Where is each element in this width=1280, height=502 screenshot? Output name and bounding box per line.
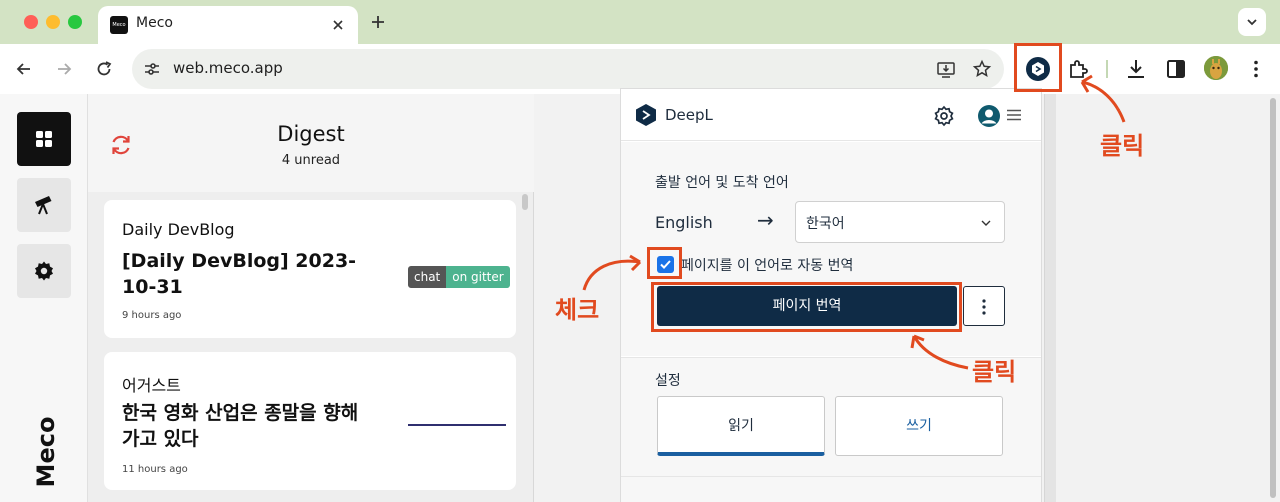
back-arrow-icon[interactable] [14, 59, 34, 79]
list-scrollbar[interactable] [522, 194, 528, 210]
extension-highlight-box [1014, 43, 1062, 92]
write-mode-button[interactable]: 쓰기 [835, 396, 1003, 456]
tab-title: Meco [136, 15, 173, 31]
side-panel-icon[interactable] [1164, 57, 1188, 81]
settings-label: 설정 [655, 373, 681, 389]
annotation-click-extension: 클릭 [1100, 132, 1145, 160]
newsletter-card[interactable]: 어거스트 한국 영화 산업은 종말을 향해 가고 있다 11 hours ago [104, 352, 516, 490]
download-icon[interactable] [1124, 57, 1148, 81]
close-window-button[interactable] [24, 15, 38, 29]
install-app-icon[interactable] [936, 59, 956, 79]
minimize-window-button[interactable] [46, 15, 60, 29]
browser-toolbar: web.meco.app [0, 44, 1280, 94]
digest-header: Digest 4 unread [88, 94, 534, 192]
more-options-button[interactable] [963, 286, 1005, 326]
address-bar[interactable]: web.meco.app [132, 49, 1004, 89]
grid-icon [36, 131, 52, 147]
digest-nav-button[interactable] [17, 112, 71, 166]
deepl-logo-icon [636, 104, 656, 126]
card-source: Daily DevBlog [122, 220, 235, 239]
maximize-window-button[interactable] [68, 15, 82, 29]
tab-search-button[interactable] [1238, 8, 1266, 36]
target-language-value: 한국어 [806, 216, 845, 232]
meco-favicon-icon: Meco [110, 16, 128, 34]
telescope-icon [35, 196, 52, 215]
card-thumbnail-line [408, 424, 506, 426]
url-text[interactable]: web.meco.app [173, 59, 283, 77]
digest-list-panel: Digest 4 unread Daily DevBlog [Daily Dev… [88, 94, 534, 502]
close-icon[interactable] [330, 17, 346, 33]
extensions-puzzle-icon[interactable] [1066, 57, 1090, 81]
new-tab-icon[interactable] [368, 12, 388, 32]
meco-logo: Meco [32, 416, 60, 488]
page-scrollbar-track [1044, 94, 1056, 502]
reload-icon[interactable] [94, 59, 114, 79]
profile-giraffe-icon [1204, 56, 1228, 80]
target-language-select[interactable]: 한국어 [795, 201, 1005, 243]
toolbar-separator [1106, 60, 1108, 78]
digest-unread-count: 4 unread [281, 153, 341, 168]
gear-icon [35, 261, 53, 281]
lang-section-label: 출발 언어 및 도착 언어 [655, 175, 789, 191]
chevron-down-icon [981, 220, 991, 226]
bookmark-star-icon[interactable] [972, 59, 992, 79]
annotation-check: 체크 [555, 296, 600, 324]
tab-strip: Meco Meco [0, 0, 1280, 44]
card-title: 한국 영화 산업은 종말을 향해 가고 있다 [122, 402, 359, 450]
chevron-down-icon [1247, 19, 1257, 26]
more-vert-icon [982, 299, 986, 315]
browser-tab[interactable]: Meco Meco [98, 6, 358, 44]
profile-avatar[interactable] [1204, 56, 1228, 80]
checkbox-highlight-box [647, 247, 682, 279]
card-source: 어거스트 [122, 376, 181, 395]
site-info-icon[interactable] [142, 59, 162, 79]
explore-nav-button[interactable] [17, 178, 71, 232]
forward-arrow-icon[interactable] [54, 59, 74, 79]
left-rail: Meco [0, 94, 88, 502]
gitter-badge: chat on gitter [408, 266, 510, 288]
hamburger-menu-icon[interactable] [1007, 109, 1021, 121]
auto-translate-label[interactable]: 페이지를 이 언어로 자동 번역 [681, 255, 853, 275]
divider [621, 476, 1041, 477]
source-language[interactable]: English [655, 213, 713, 232]
arrow-right-icon: → [757, 208, 774, 232]
digest-title: Digest [277, 122, 345, 146]
reader-scrollbar[interactable] [1270, 98, 1276, 498]
read-mode-button[interactable]: 읽기 [657, 396, 825, 456]
annotation-click-translate: 클릭 [972, 358, 1017, 386]
card-time: 9 hours ago [122, 310, 182, 321]
gear-icon[interactable] [933, 105, 955, 127]
account-icon[interactable] [977, 104, 1001, 128]
more-vert-icon[interactable] [1244, 57, 1268, 81]
card-title: [Daily DevBlog] 2023- 10-31 [122, 250, 357, 298]
newsletter-card[interactable]: Daily DevBlog [Daily DevBlog] 2023- 10-3… [104, 200, 516, 338]
card-time: 11 hours ago [122, 464, 188, 475]
settings-nav-button[interactable] [17, 244, 71, 298]
deepl-popup-header: DeepL [621, 89, 1041, 141]
deepl-name: DeepL [665, 106, 713, 124]
translate-button-highlight-box [651, 282, 962, 332]
